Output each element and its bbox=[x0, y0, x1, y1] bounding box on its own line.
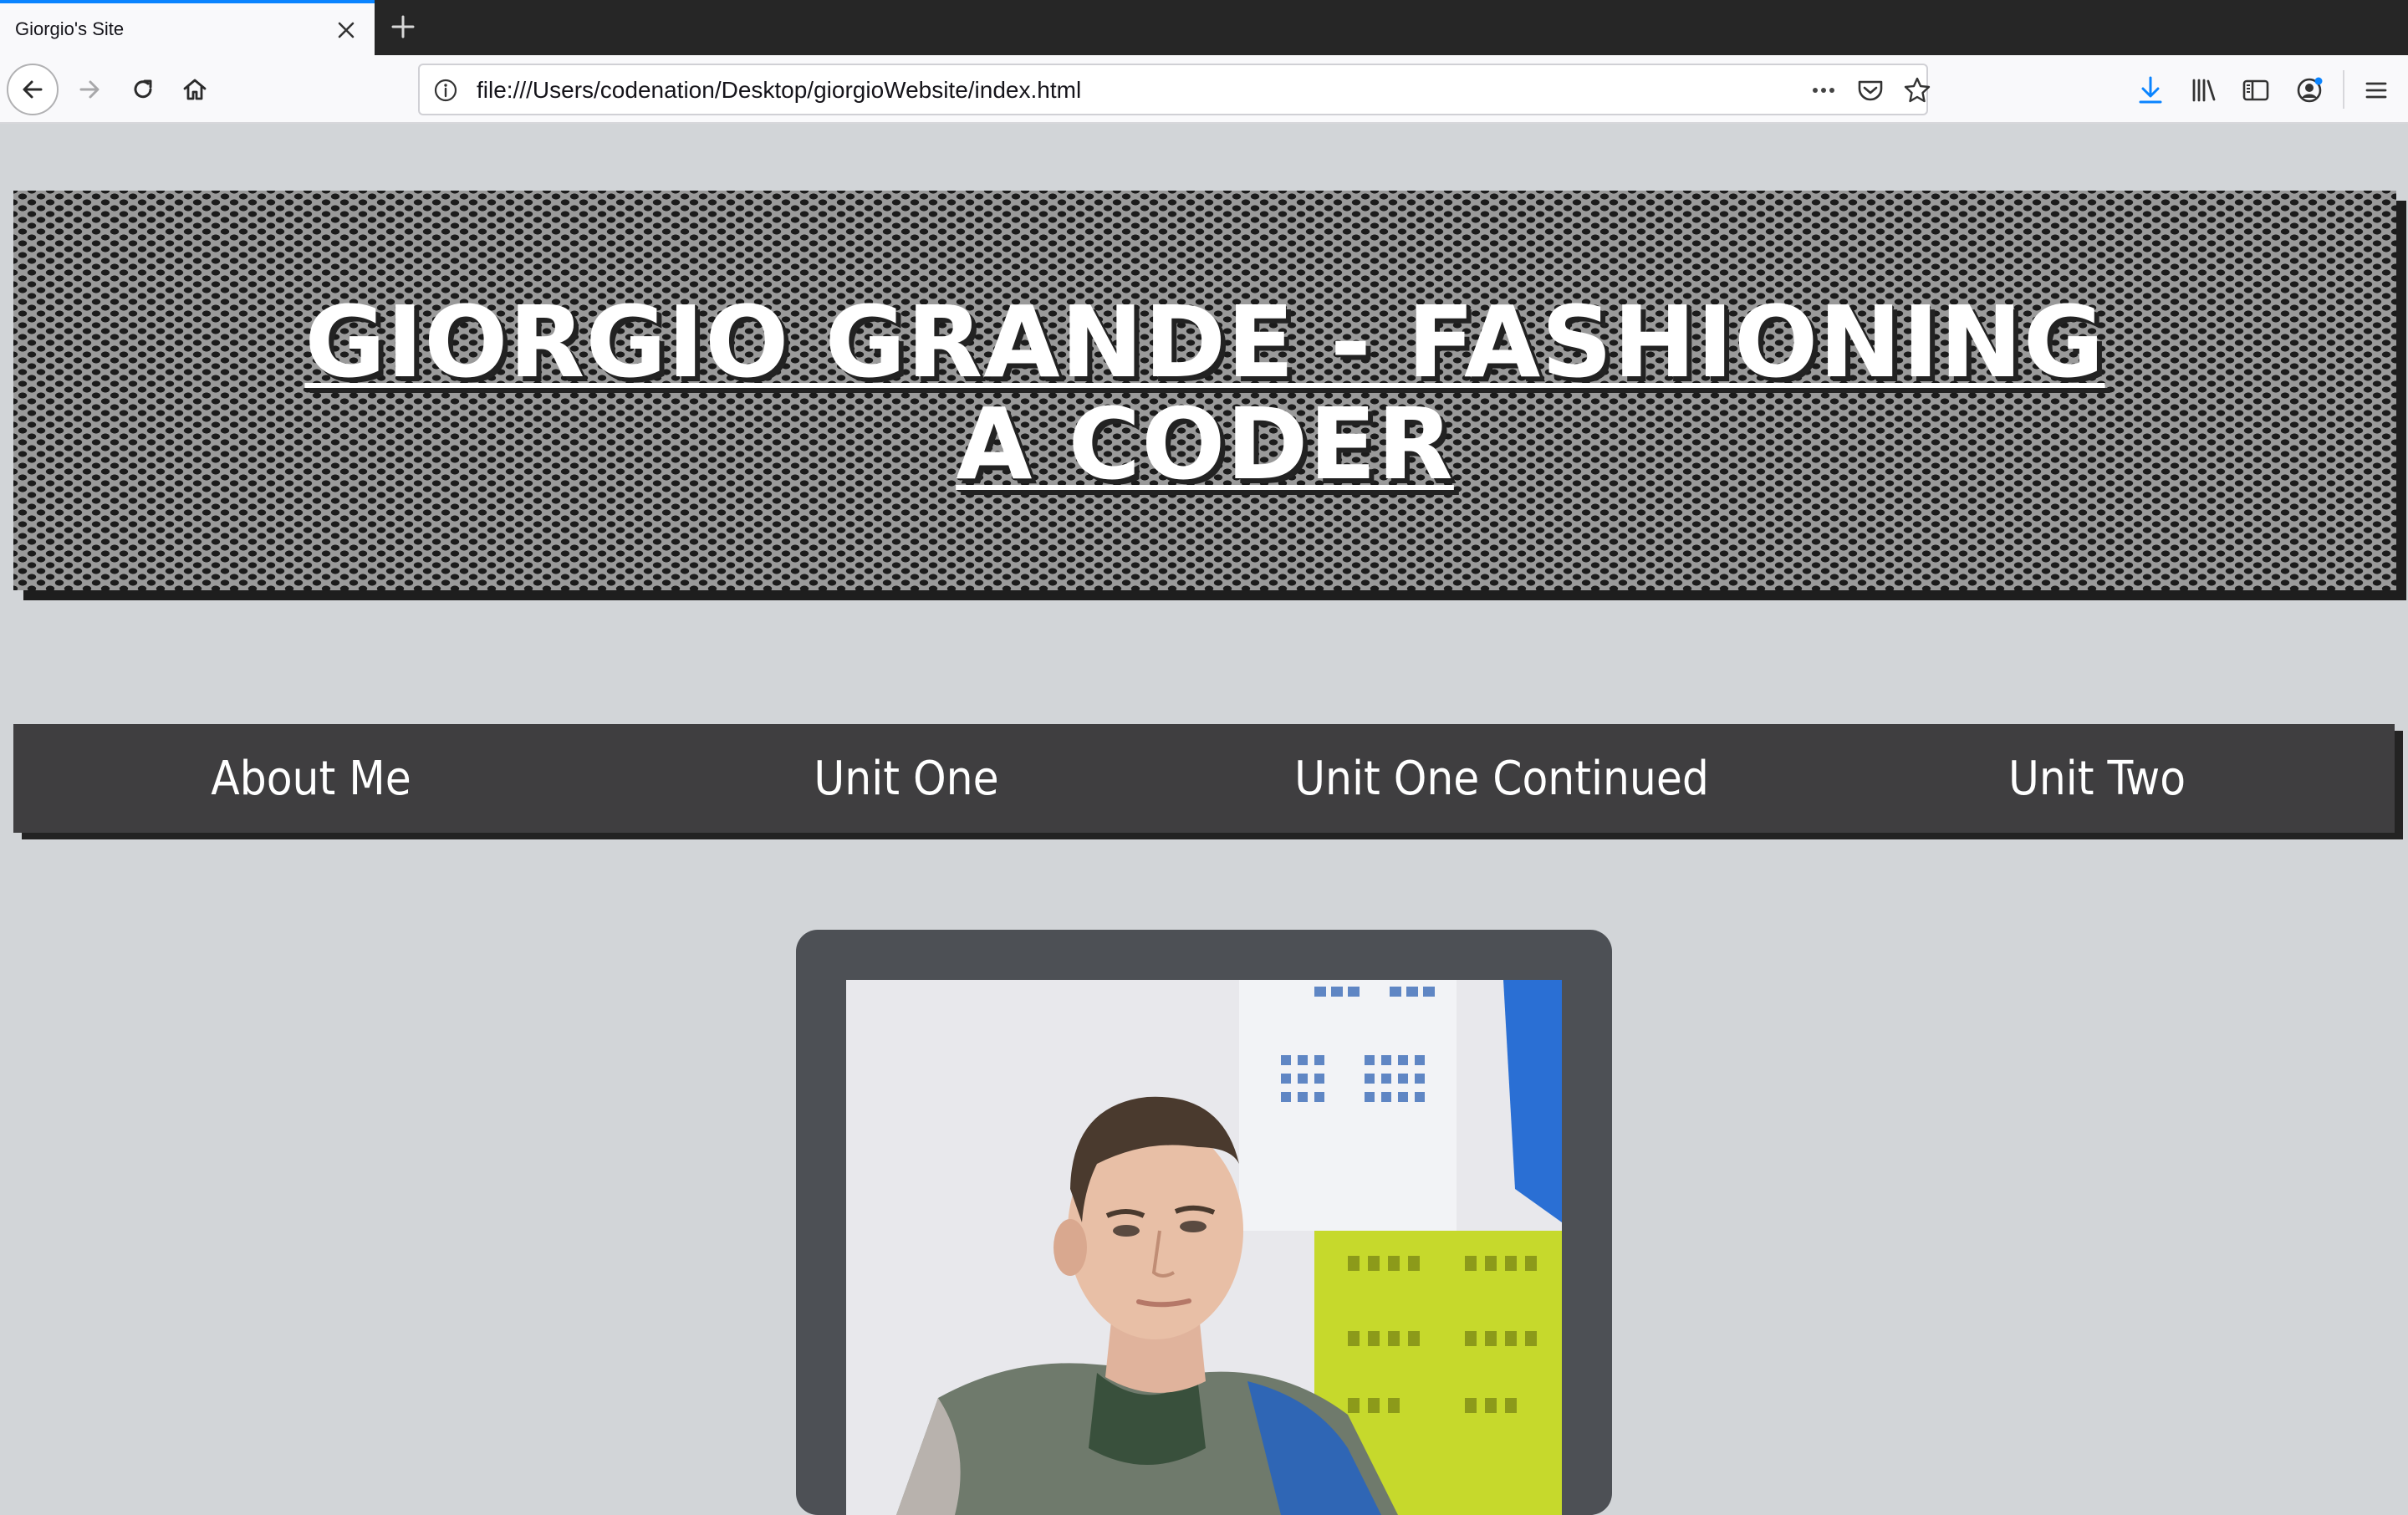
reload-button[interactable] bbox=[117, 64, 169, 115]
forward-button[interactable] bbox=[64, 64, 115, 115]
photo-frame bbox=[796, 930, 1612, 1515]
close-tab-icon[interactable] bbox=[331, 15, 361, 45]
home-button[interactable] bbox=[169, 64, 221, 115]
home-icon bbox=[183, 79, 207, 100]
reload-icon bbox=[134, 79, 152, 99]
new-tab-icon[interactable] bbox=[386, 10, 420, 43]
menu-item-about-me[interactable]: About Me bbox=[13, 724, 609, 833]
tab-bar: Giorgio's Site bbox=[0, 0, 2408, 55]
page-actions-icon[interactable] bbox=[1808, 74, 1839, 106]
menu-item-unit-one-continued[interactable]: Unit One Continued bbox=[1204, 724, 1799, 833]
active-tab[interactable]: Giorgio's Site bbox=[0, 0, 375, 55]
main-menu: About Me Unit One Unit One Continued Uni… bbox=[13, 724, 2395, 833]
tab-title: Giorgio's Site bbox=[15, 18, 125, 39]
library-icon[interactable] bbox=[2186, 72, 2222, 109]
header-banner: GIORGIO GRANDE - FASHIONING A CODER bbox=[13, 191, 2396, 590]
toolbar-separator bbox=[2343, 70, 2344, 109]
account-icon[interactable] bbox=[2291, 72, 2328, 109]
page-content: GIORGIO GRANDE - FASHIONING A CODER Abou… bbox=[0, 124, 2408, 1515]
profile-photo bbox=[846, 980, 1562, 1515]
back-arrow-icon bbox=[23, 80, 43, 99]
forward-arrow-icon bbox=[79, 80, 99, 99]
url-bar[interactable]: file:///Users/codenation/Desktop/giorgio… bbox=[418, 64, 1931, 115]
info-icon[interactable] bbox=[431, 76, 460, 105]
navigation-toolbar: file:///Users/codenation/Desktop/giorgio… bbox=[0, 55, 2408, 124]
back-button[interactable] bbox=[7, 64, 59, 115]
site-title: GIORGIO GRANDE - FASHIONING A CODER bbox=[304, 284, 2105, 502]
portrait-image bbox=[846, 980, 1562, 1515]
bookmark-star-icon[interactable] bbox=[1901, 74, 1933, 106]
menu-hamburger-icon[interactable] bbox=[2358, 72, 2395, 109]
menu-item-unit-two[interactable]: Unit Two bbox=[1799, 724, 2395, 833]
sidebar-icon[interactable] bbox=[2237, 72, 2274, 109]
downloads-icon[interactable] bbox=[2132, 72, 2169, 109]
pocket-icon[interactable] bbox=[1854, 74, 1886, 106]
url-text[interactable]: file:///Users/codenation/Desktop/giorgio… bbox=[477, 77, 1081, 104]
menu-item-unit-one[interactable]: Unit One bbox=[609, 724, 1204, 833]
